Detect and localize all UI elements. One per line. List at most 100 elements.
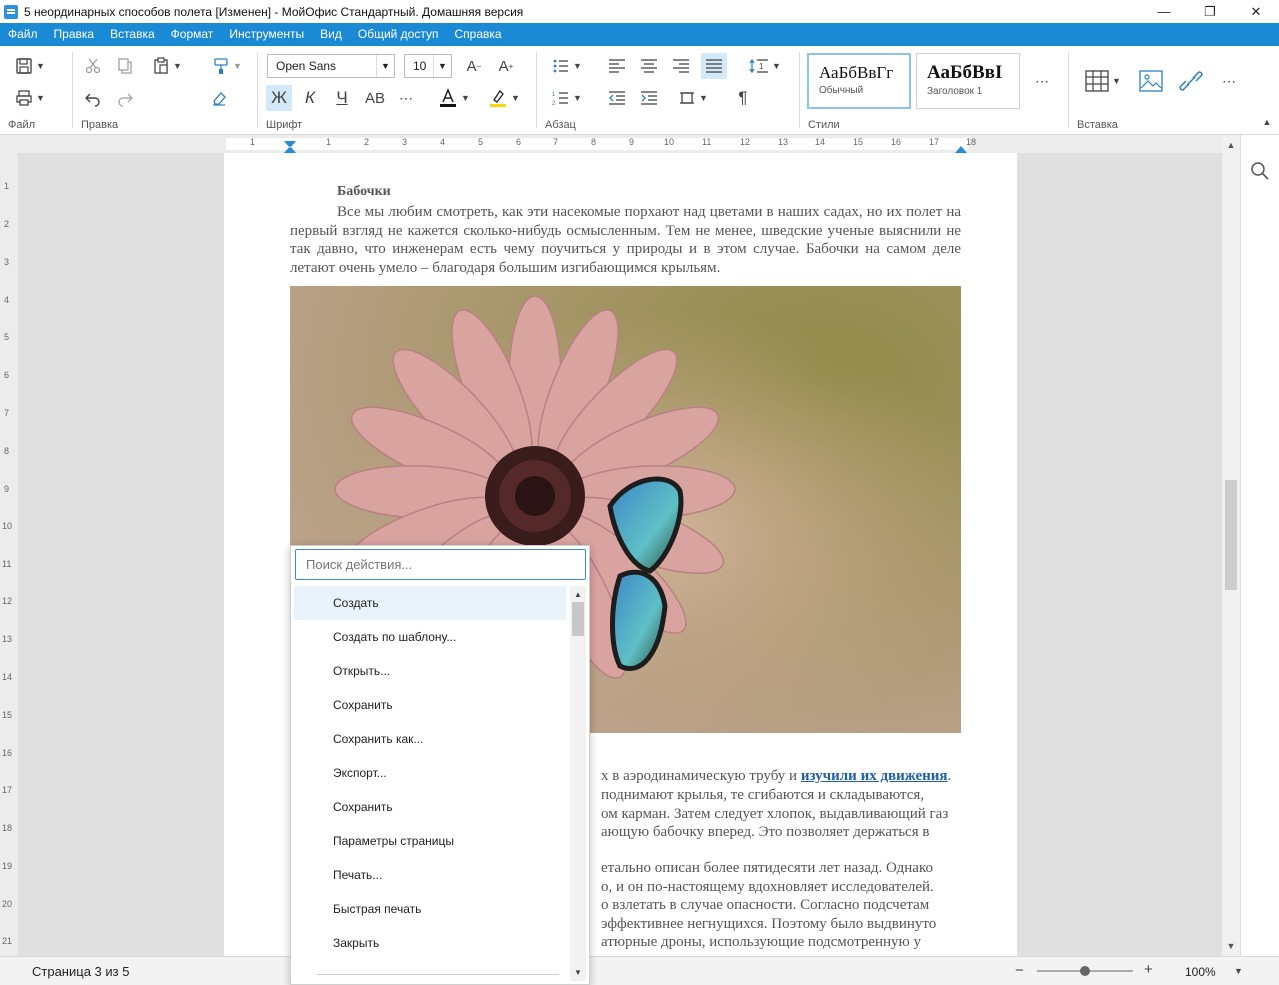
align-center-icon[interactable] [637,53,661,79]
zoom-slider-handle[interactable] [1080,966,1090,976]
align-right-icon[interactable] [669,53,693,79]
highlight-icon[interactable]: ▼ [484,85,524,111]
document-paragraph[interactable]: Все мы любим смотреть, как эти насекомые… [290,203,961,277]
menu-format[interactable]: Формат [163,23,222,46]
action-item-quick-print[interactable]: Быстрая печать [294,892,566,926]
document-text-line[interactable]: х в аэродинамическую трубу и изучили их … [601,768,951,785]
vertical-ruler[interactable]: 1 2 3 4 5 6 7 8 9 10 11 12 13 14 15 16 1… [0,153,18,956]
action-item-close[interactable]: Закрыть [294,926,566,960]
italic-button[interactable]: К [298,85,322,111]
ruler-tick: 3 [402,137,408,147]
horizontal-ruler[interactable]: 1 1 2 3 4 5 6 7 8 9 10 11 12 13 14 15 16… [0,135,1240,153]
action-item-save[interactable]: Сохранить [294,688,566,722]
action-item-page-setup[interactable]: Параметры страницы [294,824,566,858]
menu-view[interactable]: Вид [312,23,350,46]
scroll-down-icon[interactable]: ▼ [570,965,586,979]
link-icon[interactable] [1175,68,1207,94]
action-item-export[interactable]: Экспорт... [294,756,566,790]
scroll-down-icon[interactable]: ▼ [1222,938,1240,954]
page-info: Страница 3 из 5 [32,964,130,979]
action-item-open[interactable]: Открыть... [294,654,566,688]
menu-help[interactable]: Справка [446,23,509,46]
popup-scrollbar[interactable]: ▲ ▼ [570,586,586,981]
menu-insert[interactable]: Вставка [102,23,163,46]
align-left-icon[interactable] [605,53,629,79]
format-painter-icon[interactable]: ▼ [207,53,247,79]
font-size-select[interactable]: 10 ▼ [404,54,452,78]
align-justify-icon[interactable] [701,53,727,79]
image-icon[interactable] [1135,68,1167,94]
redo-icon[interactable] [113,85,137,111]
right-indent-marker[interactable] [955,141,967,153]
font-color-icon[interactable]: ▼ [434,85,474,111]
increase-indent-icon[interactable] [637,85,661,111]
line-spacing-icon[interactable]: 1 ▼ [743,53,787,79]
chevron-down-icon[interactable]: ▼ [1234,966,1243,976]
zoom-out-icon[interactable]: − [1015,962,1024,979]
document-text: . [947,768,952,784]
document-text-line[interactable]: о взлетать в случае опасности. Согласно … [601,897,929,914]
decrease-indent-icon[interactable] [605,85,629,111]
bold-button[interactable]: Ж [266,85,292,111]
close-button[interactable]: ✕ [1233,0,1279,23]
style-heading1[interactable]: АаБбВвІ Заголовок 1 [916,53,1020,109]
action-item-create-from-template[interactable]: Создать по шаблону... [294,620,566,654]
print-icon[interactable]: ▼ [10,85,50,111]
underline-button[interactable]: Ч [330,85,354,111]
pilcrow-icon[interactable]: ¶ [731,85,755,111]
undo-icon[interactable] [81,85,105,111]
action-item-save[interactable]: Сохранить [294,790,566,824]
document-text-line[interactable]: ающую бабочку вперед. Это позволяет держ… [601,824,929,841]
bullet-list-icon[interactable]: ▼ [547,53,587,79]
chevron-down-icon: ▼ [376,55,394,77]
menu-tools[interactable]: Инструменты [221,23,312,46]
decrease-font-icon[interactable]: A − [462,53,486,79]
collapse-ribbon-icon[interactable]: ▲ [1258,114,1276,130]
document-text-line[interactable]: ом карман. Затем следует хлопок, выдавли… [601,806,948,823]
menu-file[interactable]: Файл [0,23,46,46]
document-text-line[interactable]: о, и он по-настоящему вдохновляет исслед… [601,879,934,896]
save-icon[interactable]: ▼ [10,53,50,79]
table-icon[interactable]: ▼ [1081,68,1125,94]
more-icon[interactable]: ⋯ [396,85,416,111]
copy-icon[interactable] [113,53,137,79]
search-icon[interactable] [1250,161,1270,181]
scrollbar-thumb[interactable] [1225,480,1237,590]
scroll-up-icon[interactable]: ▲ [570,587,586,601]
cut-icon[interactable] [81,53,105,79]
action-search-input[interactable] [295,549,586,580]
document-text-line[interactable]: эффективнее негнущихся. Поэтому было выд… [601,916,936,933]
scrollbar-thumb[interactable] [572,602,584,636]
menu-edit[interactable]: Правка [46,23,103,46]
more-icon[interactable]: ⋯ [1217,68,1241,94]
document-link[interactable]: изучили их движения [801,768,948,784]
action-item-save-as[interactable]: Сохранить как... [294,722,566,756]
ribbon: ▼ ▼ Файл ▼ ▼ Правка Open Sans ▼ 10 ▼ A −… [0,46,1279,135]
style-normal[interactable]: АаБбВвГг Обычный [807,53,911,109]
menu-sharing[interactable]: Общий доступ [350,23,447,46]
clear-format-icon[interactable] [207,85,231,111]
action-search-popup: Создать Создать по шаблону... Открыть...… [290,545,590,985]
group-paragraph: ▼ 1 2 ▼ 1 ▼ ▼ ¶ Абзац [537,46,799,135]
minimize-button[interactable]: — [1141,0,1187,23]
action-item-print[interactable]: Печать... [294,858,566,892]
more-icon[interactable]: ⋯ [1032,68,1052,94]
document-text-line[interactable]: поднимают крылья, те сгибаются и складыв… [601,787,924,804]
font-name-select[interactable]: Open Sans ▼ [267,54,395,78]
zoom-value[interactable]: 100% [1185,965,1216,979]
document-canvas[interactable]: Бабочки Все мы любим смотреть, как эти н… [18,153,1222,956]
numbered-list-icon[interactable]: 1 2 ▼ [547,85,587,111]
document-heading[interactable]: Бабочки [337,184,391,200]
paste-icon[interactable]: ▼ [147,53,187,79]
scroll-up-icon[interactable]: ▲ [1222,137,1240,153]
paragraph-spacing-icon[interactable]: ▼ [673,85,713,111]
vertical-scrollbar[interactable]: ▲ ▼ [1222,135,1240,956]
caps-button[interactable]: AB [362,85,388,111]
left-indent-marker[interactable] [284,141,296,153]
zoom-in-icon[interactable]: + [1144,961,1153,978]
increase-font-icon[interactable]: A + [494,53,518,79]
document-text-line[interactable]: атюрные дроны, использующие подсмотренну… [601,934,921,951]
document-text-line[interactable]: етально описан более пятидесяти лет наза… [601,860,933,877]
action-item-create[interactable]: Создать [294,586,566,620]
restore-button[interactable]: ❐ [1187,0,1233,23]
